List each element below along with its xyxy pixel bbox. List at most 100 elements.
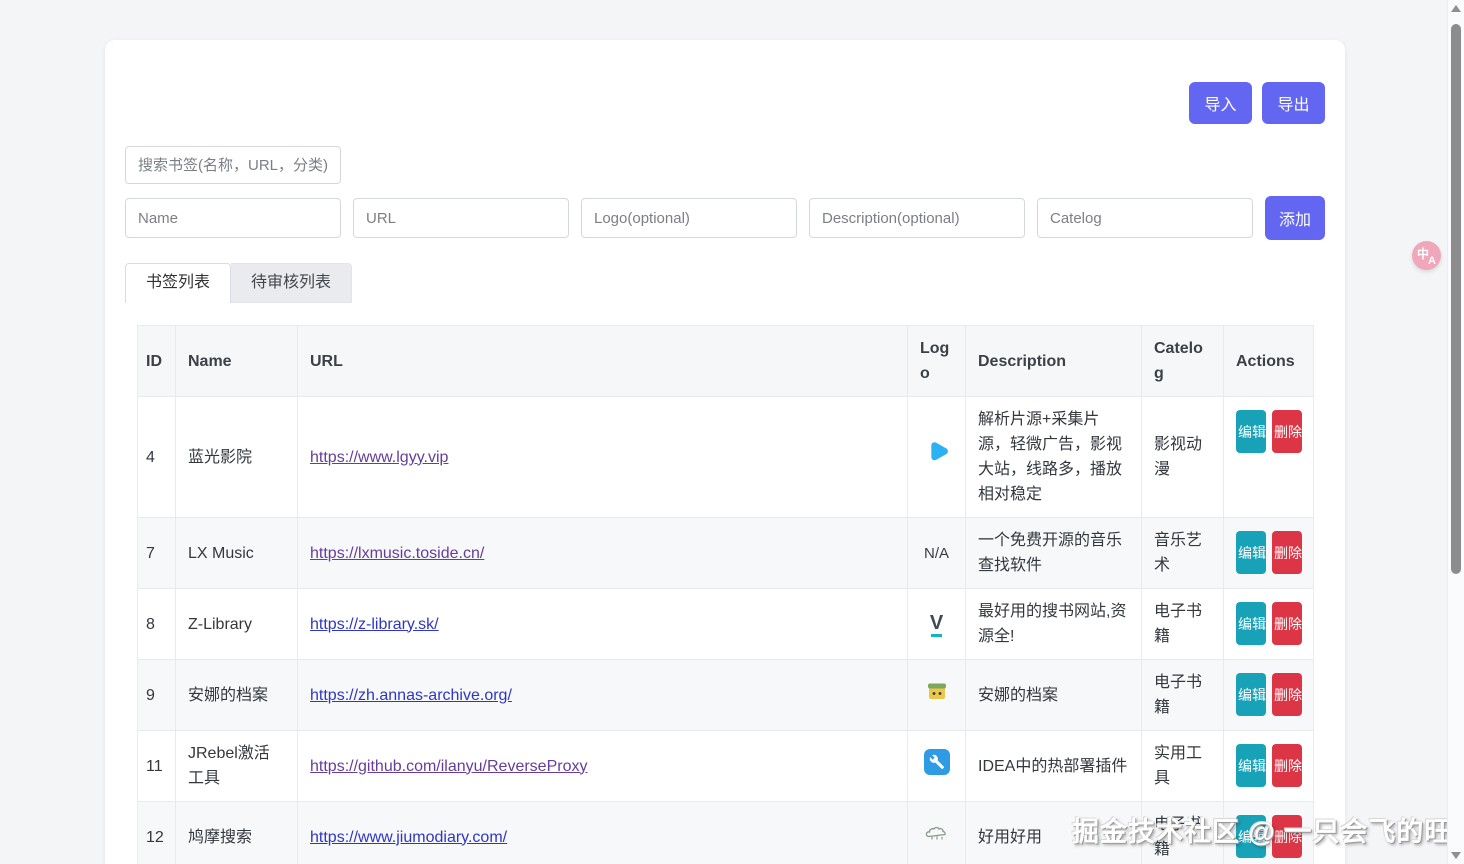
cell-actions: 编辑删除 (1224, 518, 1314, 589)
bookmark-url-link[interactable]: https://z-library.sk/ (310, 616, 439, 633)
scroll-up-arrow-icon[interactable] (1451, 5, 1461, 12)
catelog-field[interactable] (1037, 198, 1253, 238)
bookmark-row: 8Z-Libraryhttps://z-library.sk/V最好用的搜书网站… (138, 589, 1314, 660)
export-button[interactable]: 导出 (1262, 82, 1325, 124)
bookmark-url-link[interactable]: https://lxmusic.toside.cn/ (310, 545, 484, 562)
scroll-down-arrow-icon[interactable] (1451, 852, 1461, 859)
cell-url: https://www.jiumodiary.com/ (298, 802, 908, 864)
column-header-description: Description (966, 326, 1142, 397)
add-bookmark-form: 添加 (125, 196, 1325, 240)
cell-url: https://lxmusic.toside.cn/ (298, 518, 908, 589)
bookmark-row: 9安娜的档案https://zh.annas-archive.org/安娜的档案… (138, 660, 1314, 731)
column-header-catelog: Catelog (1142, 326, 1224, 397)
cell-logo: N/A (908, 518, 966, 589)
cell-catelog: 电子书籍 (1142, 589, 1224, 660)
cell-url: https://z-library.sk/ (298, 589, 908, 660)
cell-actions: 编辑删除 (1224, 731, 1314, 802)
edit-button[interactable]: 编辑 (1236, 673, 1266, 716)
cell-id: 4 (138, 397, 176, 518)
cell-name: 安娜的档案 (176, 660, 298, 731)
bookmark-url-link[interactable]: https://www.jiumodiary.com/ (310, 829, 507, 846)
logo-text: N/A (924, 545, 949, 562)
cell-url: https://zh.annas-archive.org/ (298, 660, 908, 731)
edit-button[interactable]: 编辑 (1236, 410, 1266, 453)
cell-url: https://www.lgyy.vip (298, 397, 908, 518)
tab-bar: 书签列表 待审核列表 (125, 263, 1325, 303)
column-header-url: URL (298, 326, 908, 397)
translate-badge-icon[interactable]: 中 A (1412, 241, 1441, 270)
bookmark-table-body: 4蓝光影院 https://www.lgyy.vip 解析片源+采集片源，轻微广告，… (138, 397, 1314, 864)
import-button[interactable]: 导入 (1189, 82, 1252, 124)
zlibrary-logo-icon: V (930, 613, 943, 637)
jiumo-logo-icon (925, 825, 949, 842)
cell-description: 安娜的档案 (966, 660, 1142, 731)
play-icon (924, 440, 950, 466)
delete-button[interactable]: 删除 (1272, 602, 1302, 645)
bookmark-url-link[interactable]: https://github.com/ilanyu/ReverseProxy (310, 758, 587, 775)
cell-description: 好用好用 (966, 802, 1142, 864)
cell-name: 蓝光影院 (176, 397, 298, 518)
cell-actions: 编辑删除 (1224, 589, 1314, 660)
cell-description: 解析片源+采集片源，轻微广告，影视大站，线路多，播放相对稳定 (966, 397, 1142, 518)
edit-button[interactable]: 编辑 (1236, 602, 1266, 645)
cell-name: 鸠摩搜索 (176, 802, 298, 864)
bookmarks-table: IDNameURLLogoDescriptionCatelogActions 4… (137, 325, 1314, 864)
wrench-icon (924, 749, 950, 775)
cell-catelog: 音乐艺术 (1142, 518, 1224, 589)
bookmark-row: 4蓝光影院 https://www.lgyy.vip 解析片源+采集片源，轻微广告，… (138, 397, 1314, 518)
cell-id: 12 (138, 802, 176, 864)
cell-id: 9 (138, 660, 176, 731)
cell-catelog: 影视动漫 (1142, 397, 1224, 518)
toolbar: 导入 导出 (125, 82, 1325, 124)
url-field[interactable] (353, 198, 569, 238)
bookmark-row: 11JRebel激活工具 https://github.com/ilanyu/Re… (138, 731, 1314, 802)
bookmark-manager-card: 导入 导出 添加 书签列表 待审核列表 IDNameURLLogoDescrip… (105, 40, 1345, 864)
bookmark-url-link[interactable]: https://www.lgyy.vip (310, 449, 448, 466)
scrollbar-thumb[interactable] (1451, 24, 1461, 574)
cell-description: 一个免费开源的音乐查找软件 (966, 518, 1142, 589)
tab-bookmark-list[interactable]: 书签列表 (125, 263, 231, 303)
edit-button[interactable]: 编辑 (1236, 744, 1266, 787)
delete-button[interactable]: 删除 (1272, 531, 1302, 574)
cell-logo (908, 802, 966, 864)
cell-actions: 编辑删除 (1224, 660, 1314, 731)
bookmark-row: 12鸠摩搜索 https://www.jiumodiary.com/好用好用电子书… (138, 802, 1314, 864)
cell-name: LX Music (176, 518, 298, 589)
bookmark-url-link[interactable]: https://zh.annas-archive.org/ (310, 687, 512, 704)
scrollbar[interactable] (1447, 0, 1464, 864)
cell-actions: 编辑删除 (1224, 802, 1314, 864)
cell-catelog: 实用工具 (1142, 731, 1224, 802)
description-field[interactable] (809, 198, 1025, 238)
delete-button[interactable]: 删除 (1272, 410, 1302, 453)
cell-catelog: 电子书籍 (1142, 802, 1224, 864)
cell-description: 最好用的搜书网站,资源全! (966, 589, 1142, 660)
cell-catelog: 电子书籍 (1142, 660, 1224, 731)
cell-logo: V (908, 589, 966, 660)
add-button[interactable]: 添加 (1265, 196, 1325, 240)
cell-actions: 编辑删除 (1224, 397, 1314, 518)
bookmark-table-wrap: IDNameURLLogoDescriptionCatelogActions 4… (137, 325, 1313, 864)
bookmark-row: 7LX Music https://lxmusic.toside.cn/N/A 一个… (138, 518, 1314, 589)
cell-logo (908, 731, 966, 802)
delete-button[interactable]: 删除 (1272, 673, 1302, 716)
column-header-actions: Actions (1224, 326, 1314, 397)
column-header-id: ID (138, 326, 176, 397)
translate-badge-en: A (1428, 255, 1436, 267)
search-input[interactable] (125, 146, 341, 184)
column-header-name: Name (176, 326, 298, 397)
delete-button[interactable]: 删除 (1272, 744, 1302, 787)
annas-archive-logo-icon (925, 680, 949, 702)
name-field[interactable] (125, 198, 341, 238)
edit-button[interactable]: 编辑 (1236, 531, 1266, 574)
tab-pending-list[interactable]: 待审核列表 (231, 263, 352, 303)
logo-field[interactable] (581, 198, 797, 238)
table-header-row: IDNameURLLogoDescriptionCatelogActions (138, 326, 1314, 397)
column-header-logo: Logo (908, 326, 966, 397)
cell-name: JRebel激活工具 (176, 731, 298, 802)
cell-id: 8 (138, 589, 176, 660)
cell-id: 7 (138, 518, 176, 589)
edit-button[interactable]: 编辑 (1236, 815, 1266, 858)
cell-url: https://github.com/ilanyu/ReverseProxy (298, 731, 908, 802)
delete-button[interactable]: 删除 (1272, 815, 1302, 858)
cell-id: 11 (138, 731, 176, 802)
